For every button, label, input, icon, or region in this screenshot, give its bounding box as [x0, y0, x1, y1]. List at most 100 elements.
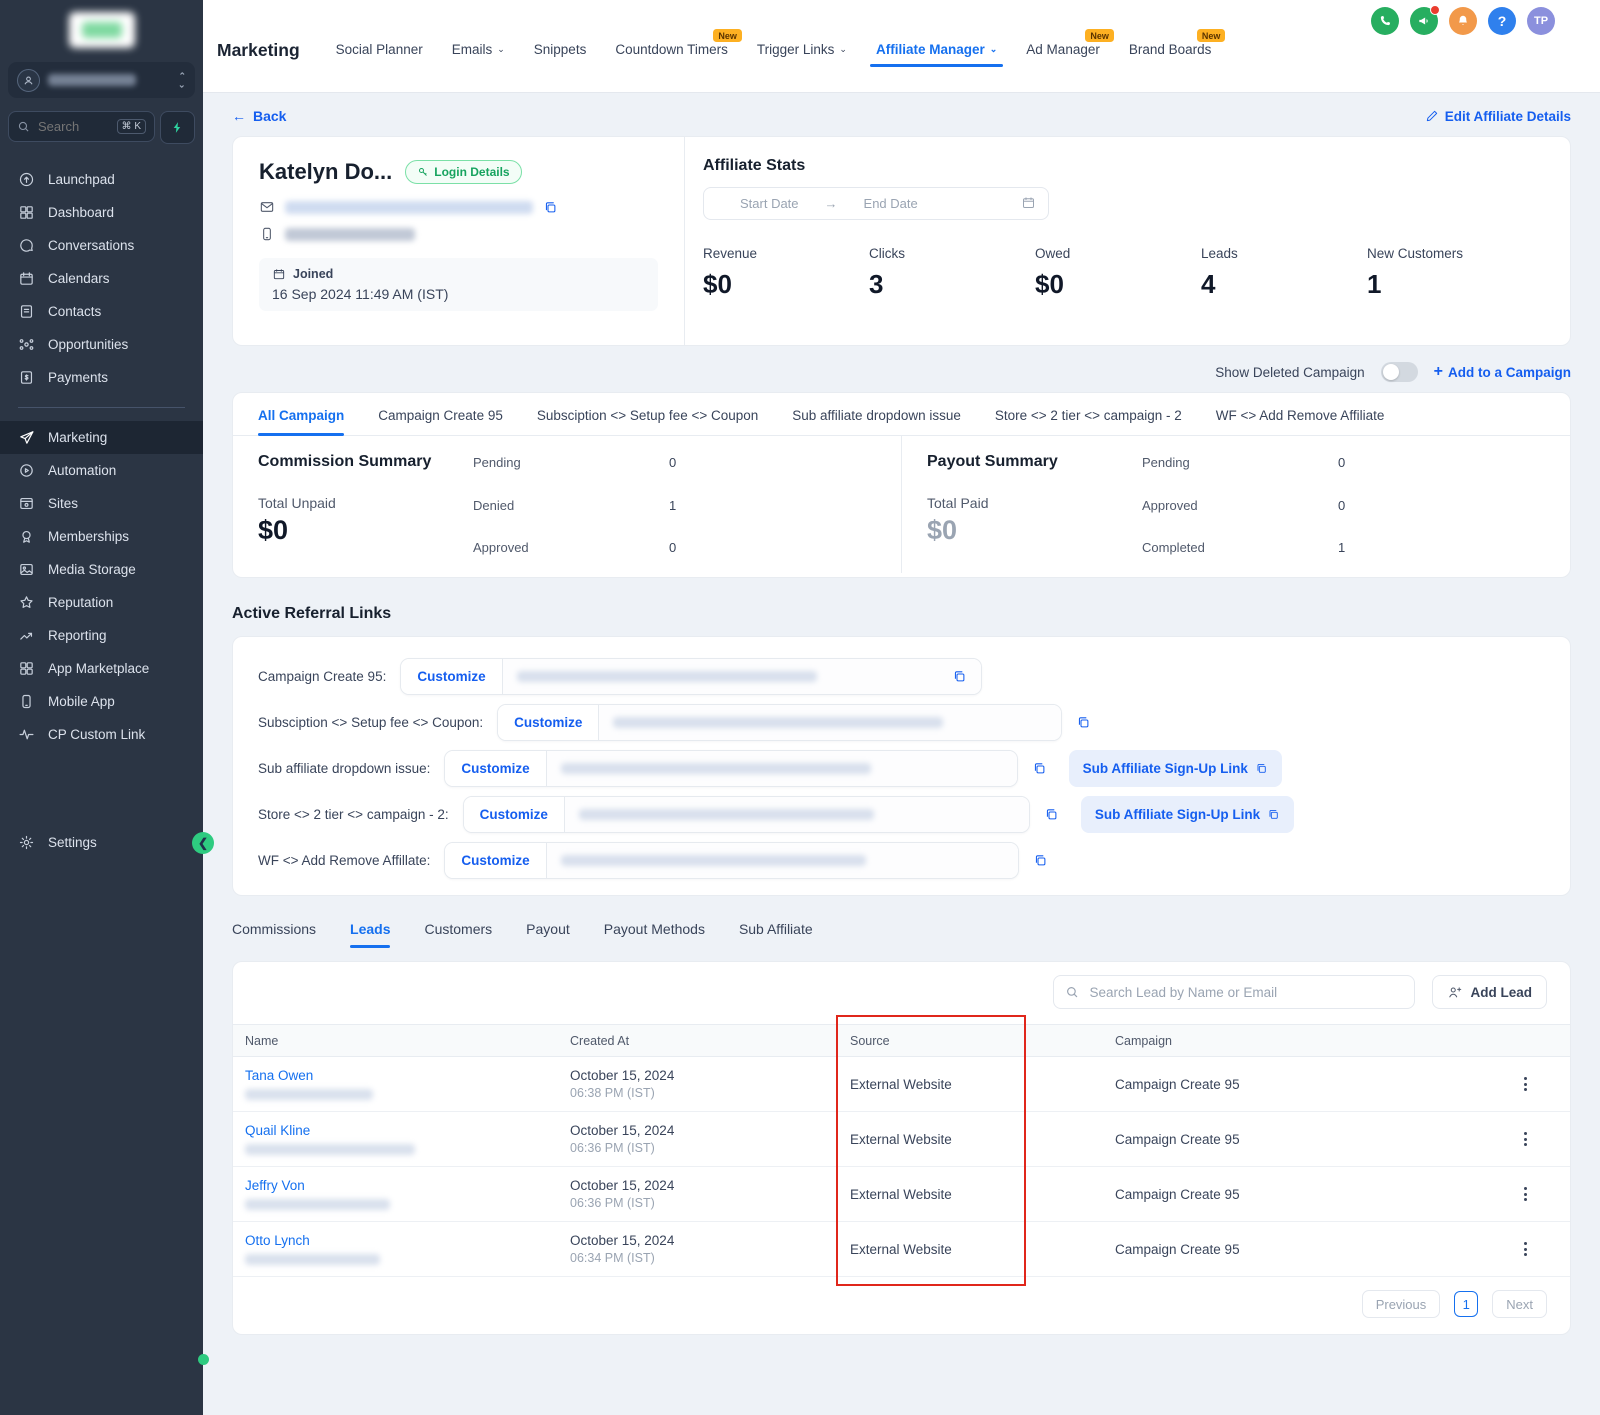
lead-name-link[interactable]: Quail Kline: [245, 1123, 570, 1138]
tab-ad-manager[interactable]: Ad Manager New: [1026, 29, 1114, 67]
campaign-tab-create-95[interactable]: Campaign Create 95: [378, 393, 503, 435]
lead-search[interactable]: [1053, 975, 1416, 1009]
sidebar-item-marketing[interactable]: Marketing: [0, 421, 203, 454]
next-page-button[interactable]: Next: [1492, 1290, 1547, 1318]
avatar-initials: TP: [1533, 15, 1549, 27]
add-to-campaign-button[interactable]: + Add to a Campaign: [1434, 363, 1571, 381]
campaign-tab-wf-add-remove[interactable]: WF <> Add Remove Affiliate: [1216, 393, 1385, 435]
sidebar-item-reporting[interactable]: Reporting: [0, 619, 203, 652]
lead-name-link[interactable]: Tana Owen: [245, 1068, 570, 1083]
quick-actions-button[interactable]: [160, 111, 195, 144]
edit-affiliate-details-button[interactable]: Edit Affiliate Details: [1425, 109, 1571, 124]
sidebar-item-label: Dashboard: [48, 205, 115, 220]
campaign-tab-store-2tier[interactable]: Store <> 2 tier <> campaign - 2: [995, 393, 1182, 435]
tab-snippets[interactable]: Snippets: [534, 42, 587, 67]
user-avatar[interactable]: TP: [1527, 7, 1555, 35]
sub-affiliate-signup-link-button[interactable]: Sub Affiliate Sign-Up Link: [1080, 796, 1295, 833]
approved-label: Approved: [473, 540, 529, 555]
back-button[interactable]: ← Back: [232, 108, 286, 124]
search-icon: [1067, 987, 1078, 998]
bell-icon[interactable]: [1449, 7, 1477, 35]
sidebar-item-label: Conversations: [48, 238, 135, 253]
tab-affiliate-manager[interactable]: Affiliate Manager ⌄: [869, 42, 1004, 67]
copy-link-icon[interactable]: [1076, 715, 1091, 730]
sidebar-item-launchpad[interactable]: Launchpad: [0, 163, 203, 196]
sidebar-search-input[interactable]: [36, 118, 98, 135]
customize-button[interactable]: Customize: [498, 705, 600, 740]
sidebar-item-reputation[interactable]: Reputation: [0, 586, 203, 619]
lead-name-link[interactable]: Otto Lynch: [245, 1233, 570, 1248]
new-badge: New: [1085, 29, 1114, 42]
campaign-tab-sub-affiliate-dropdown[interactable]: Sub affiliate dropdown issue: [792, 393, 961, 435]
tab-trigger-links[interactable]: Trigger Links ⌄: [757, 42, 847, 67]
referral-url-redacted: [560, 855, 866, 866]
chevron-down-icon: ⌄: [497, 44, 505, 54]
sidebar-item-memberships[interactable]: Memberships: [0, 520, 203, 553]
sidebar-collapse-button[interactable]: ❮: [192, 832, 214, 854]
tab-commissions[interactable]: Commissions: [232, 921, 316, 948]
sidebar-item-automation[interactable]: Automation: [0, 454, 203, 487]
announcements-icon[interactable]: [1410, 5, 1440, 35]
copy-link-icon[interactable]: [1032, 761, 1047, 776]
previous-page-button[interactable]: Previous: [1361, 1290, 1441, 1318]
customize-button[interactable]: Customize: [463, 797, 565, 832]
tab-countdown-timers[interactable]: Countdown Timers New: [615, 29, 742, 67]
phone-icon[interactable]: [1371, 7, 1399, 35]
total-unpaid-label: Total Unpaid: [258, 495, 336, 511]
sidebar-item-opportunities[interactable]: Opportunities: [0, 328, 203, 361]
show-deleted-campaign-toggle[interactable]: [1380, 362, 1418, 382]
sidebar-item-contacts[interactable]: Contacts: [0, 295, 203, 328]
copy-link-icon[interactable]: [952, 669, 967, 684]
row-menu-kebab-icon[interactable]: [1520, 1128, 1531, 1150]
customize-button[interactable]: Customize: [401, 659, 503, 694]
sidebar-item-settings[interactable]: Settings: [0, 826, 203, 859]
sidebar-item-calendars[interactable]: Calendars: [0, 262, 203, 295]
campaign-tabs: All Campaign Campaign Create 95 Subscipt…: [233, 393, 1570, 436]
referral-link-field[interactable]: [564, 797, 1029, 832]
row-menu-kebab-icon[interactable]: [1520, 1183, 1531, 1205]
lead-name-link[interactable]: Jeffry Von: [245, 1178, 570, 1193]
copy-link-icon[interactable]: [1033, 853, 1048, 868]
tab-leads[interactable]: Leads: [350, 921, 391, 948]
referral-link-field[interactable]: [546, 843, 1018, 878]
login-details-button[interactable]: Login Details: [405, 160, 522, 184]
sidebar-item-app-marketplace[interactable]: App Marketplace: [0, 652, 203, 685]
total-unpaid-value: $0: [258, 515, 289, 545]
sidebar-item-conversations[interactable]: Conversations: [0, 229, 203, 262]
sidebar-search[interactable]: ⌘ K: [8, 111, 155, 142]
campaign-tab-all[interactable]: All Campaign: [258, 393, 345, 436]
sidebar-item-cp-custom-link[interactable]: CP Custom Link: [0, 718, 203, 751]
sidebar-item-payments[interactable]: Payments: [0, 361, 203, 394]
tab-brand-boards[interactable]: Brand Boards New: [1129, 29, 1226, 67]
date-range-picker[interactable]: Start Date → End Date: [703, 187, 1049, 220]
sidebar-item-media-storage[interactable]: Media Storage: [0, 553, 203, 586]
sidebar-item-sites[interactable]: Sites: [0, 487, 203, 520]
row-menu-kebab-icon[interactable]: [1520, 1238, 1531, 1260]
tab-social-planner[interactable]: Social Planner: [336, 42, 423, 67]
referral-link-field[interactable]: [546, 751, 1017, 786]
sub-affiliate-signup-link-button[interactable]: Sub Affiliate Sign-Up Link: [1068, 750, 1282, 787]
campaign-tab-subscription-setup-coupon[interactable]: Subsciption <> Setup fee <> Coupon: [537, 393, 758, 435]
customize-button[interactable]: Customize: [445, 843, 547, 878]
referral-link-field[interactable]: [502, 659, 981, 694]
row-menu-kebab-icon[interactable]: [1520, 1073, 1531, 1095]
customize-button[interactable]: Customize: [445, 751, 547, 786]
account-switcher[interactable]: ⌃ ⌃: [8, 62, 195, 98]
plus-icon: +: [1433, 363, 1443, 380]
tab-customers[interactable]: Customers: [424, 921, 492, 948]
page-number-button[interactable]: 1: [1454, 1291, 1479, 1317]
lead-search-input[interactable]: [1087, 983, 1404, 1001]
stat-clicks: Clicks 3: [869, 246, 905, 299]
sidebar-item-mobile-app[interactable]: Mobile App: [0, 685, 203, 718]
copy-email-icon[interactable]: [543, 200, 558, 215]
add-lead-button[interactable]: Add Lead: [1432, 975, 1547, 1009]
tab-emails[interactable]: Emails ⌄: [452, 42, 505, 67]
referral-url-redacted: [613, 717, 944, 728]
tab-payout-methods[interactable]: Payout Methods: [604, 921, 705, 948]
help-icon[interactable]: ?: [1488, 7, 1516, 35]
tab-payout[interactable]: Payout: [526, 921, 570, 948]
tab-sub-affiliate[interactable]: Sub Affiliate: [739, 921, 813, 948]
referral-link-field[interactable]: [599, 705, 1062, 740]
copy-link-icon[interactable]: [1044, 807, 1059, 822]
sidebar-item-dashboard[interactable]: Dashboard: [0, 196, 203, 229]
